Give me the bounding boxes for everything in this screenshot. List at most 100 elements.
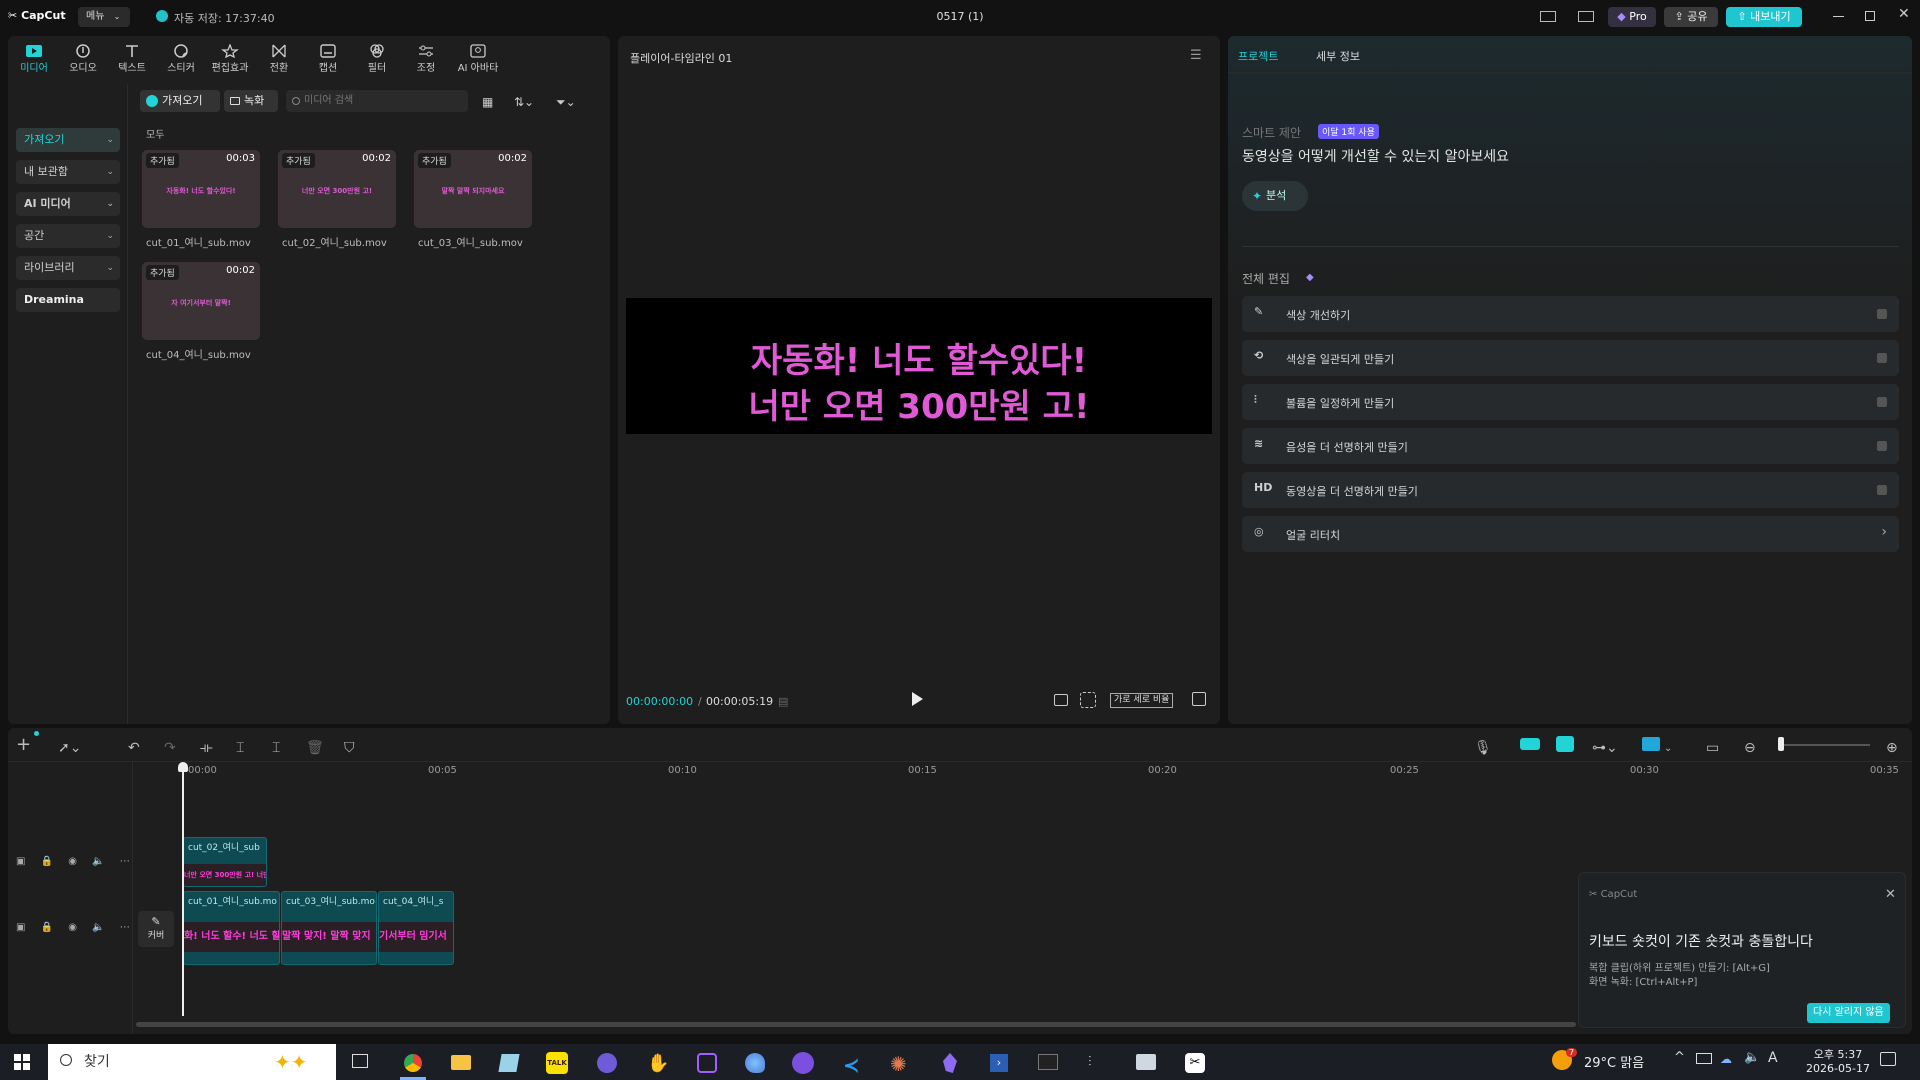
import-button[interactable]: 가져오기 xyxy=(140,90,220,112)
media-thumb[interactable]: 추가됨 00:02 자 여기서부터 말짝! xyxy=(142,262,260,340)
volume-icon[interactable]: 🔈 xyxy=(1744,1050,1760,1065)
split-icon[interactable]: ⟛ xyxy=(200,740,213,756)
close-icon[interactable]: ✕ xyxy=(1885,887,1896,902)
delete-icon[interactable]: 🗑 xyxy=(306,740,324,756)
option-enhance-color[interactable]: ✎ 색상 개선하기 xyxy=(1242,296,1899,332)
pro-button[interactable]: ◆ Pro xyxy=(1608,7,1656,27)
file-explorer-icon[interactable] xyxy=(444,1046,478,1080)
playhead-handle[interactable] xyxy=(178,762,188,772)
audio-tool-icon[interactable]: ⫶ xyxy=(1080,1046,1114,1080)
onedrive-icon[interactable]: ☁ xyxy=(1720,1052,1732,1066)
share-button[interactable]: ⇪ 공유 xyxy=(1664,7,1718,27)
windows-start-icon[interactable] xyxy=(14,1054,30,1070)
magnet-icon[interactable] xyxy=(1520,738,1540,750)
main-clip[interactable]: cut_04_여니_s 기서부터 밈기서 xyxy=(378,891,454,965)
paint-icon[interactable] xyxy=(738,1046,772,1080)
tool-adjust[interactable]: 조정 xyxy=(404,44,448,74)
track-thumbnail-icon[interactable]: ▣ xyxy=(16,922,25,933)
track-view-icon[interactable]: ▭ xyxy=(1706,740,1719,756)
zoom-handle[interactable] xyxy=(1778,737,1784,751)
chain-icon[interactable]: ⊶⌄ xyxy=(1592,740,1618,756)
layout-icon[interactable] xyxy=(1540,11,1556,22)
sidebar-item-library[interactable]: 라이브러리 ⌄ xyxy=(16,256,120,280)
video-preview[interactable]: 자동화! 너도 할수있다! 너만 오면 300만원 고! xyxy=(626,298,1212,434)
speaker-icon[interactable]: 🔈 xyxy=(92,856,104,867)
link-icon[interactable] xyxy=(1556,736,1574,752)
analyze-button[interactable]: ✦ 분석 xyxy=(1242,181,1308,211)
tool-media[interactable]: 미디어 xyxy=(12,44,56,74)
network-icon[interactable] xyxy=(1696,1053,1712,1064)
notification-center-icon[interactable] xyxy=(1880,1052,1896,1066)
shield-icon[interactable]: ⛉ xyxy=(344,740,355,756)
kakaotalk-icon[interactable]: TALK xyxy=(540,1046,574,1080)
split-left-icon[interactable]: ⌶ xyxy=(236,740,244,756)
undo-icon[interactable]: ↶ xyxy=(128,740,140,756)
zoom-in-icon[interactable]: ⊕ xyxy=(1886,740,1898,756)
hand-app-icon[interactable]: ✋ xyxy=(640,1046,674,1080)
main-clip[interactable]: cut_03_여니_sub.mo 말짝 맞지! 말짝 맞지 xyxy=(281,891,377,965)
minimize-icon[interactable] xyxy=(1833,16,1844,17)
media-thumb[interactable]: 추가됨 00:02 말짝 말짝 되지마세요 xyxy=(414,150,532,228)
pro-toggle[interactable] xyxy=(1877,485,1887,495)
lock-icon[interactable]: 🔒 xyxy=(41,856,53,867)
tab-details[interactable]: 세부 정보 xyxy=(1316,48,1360,64)
menu-button[interactable]: 메뉴 ⌄ xyxy=(78,7,130,27)
quality-icon[interactable] xyxy=(1054,694,1068,706)
record-button[interactable]: 녹화 xyxy=(224,90,278,112)
tool-filter[interactable]: 필터 xyxy=(355,44,399,74)
nox-icon[interactable] xyxy=(690,1046,724,1080)
timeline-scrollbar[interactable] xyxy=(136,1022,1576,1027)
sidebar-item-my-library[interactable]: 내 보관함 ⌄ xyxy=(16,160,120,184)
dont-show-again-button[interactable]: 다시 알리지 않음 xyxy=(1807,1003,1890,1023)
monitor-icon[interactable] xyxy=(1578,11,1594,22)
tool-effects[interactable]: 편집효과 xyxy=(208,44,252,74)
playhead[interactable] xyxy=(182,764,184,1016)
tool-sticker[interactable]: 스티커 xyxy=(159,44,203,74)
tool-audio[interactable]: 오디오 xyxy=(61,44,105,74)
mic-icon[interactable]: 🎙 xyxy=(1474,740,1492,756)
fullscreen-icon[interactable] xyxy=(1192,692,1206,706)
overlay-clip[interactable]: cut_02_여니_sub 너만 오면 300만원 고! 너만 오면 300 xyxy=(183,837,267,887)
vscode-icon[interactable]: ≺ xyxy=(836,1046,870,1080)
cover-button[interactable]: ✎ 커버 xyxy=(138,911,174,947)
tool-ai-avatar[interactable]: AI 아바타 xyxy=(453,44,503,74)
chat-bot-icon[interactable] xyxy=(786,1046,820,1080)
powershell-icon[interactable]: › xyxy=(982,1046,1016,1080)
more-icon[interactable]: ⋯ xyxy=(120,922,130,933)
option-sharpen-video[interactable]: HD 동영상을 더 선명하게 만들기 xyxy=(1242,472,1899,508)
tab-project[interactable]: 프로젝트 xyxy=(1238,48,1278,64)
clock-time[interactable]: 오후 5:37 xyxy=(1798,1046,1878,1062)
lock-icon[interactable]: 🔒 xyxy=(41,922,53,933)
add-track-icon[interactable]: + xyxy=(16,734,31,755)
play-icon[interactable] xyxy=(912,692,923,706)
tray-overflow-icon[interactable]: ^ xyxy=(1674,1050,1685,1065)
remote-desktop-icon[interactable] xyxy=(1128,1046,1162,1080)
track-thumbnail-icon[interactable]: ▣ xyxy=(16,856,25,867)
zoom-out-icon[interactable]: ⊖ xyxy=(1744,740,1756,756)
clock-date[interactable]: 2026-05-17 xyxy=(1798,1062,1878,1075)
filter-funnel-icon[interactable]: ⏷⌄ xyxy=(556,95,576,110)
main-clip[interactable]: cut_01_여니_sub.mo 화! 너도 할수! 너도 할 xyxy=(183,891,280,965)
chevron-down-icon[interactable]: ⌄ xyxy=(1664,743,1672,754)
pro-toggle[interactable] xyxy=(1877,397,1887,407)
more-icon[interactable]: ⋯ xyxy=(120,856,130,867)
eye-icon[interactable]: ◉ xyxy=(68,856,77,867)
notes-app-icon[interactable] xyxy=(492,1046,526,1080)
timeline-grid-icon[interactable]: ▤ xyxy=(778,695,788,708)
hamburger-icon[interactable]: ☰ xyxy=(1190,48,1202,63)
taskbar-search[interactable]: 찾기 ✦✦ xyxy=(48,1044,336,1080)
task-view-icon[interactable] xyxy=(352,1054,368,1068)
close-icon[interactable]: ✕ xyxy=(1898,6,1910,22)
weather-text[interactable]: 29°C 맑음 xyxy=(1584,1052,1644,1071)
eye-icon[interactable]: ◉ xyxy=(68,922,77,933)
split-right-icon[interactable]: ⌶ xyxy=(272,740,280,756)
tool-caption[interactable]: 캡션 xyxy=(306,44,350,74)
media-thumb[interactable]: 추가됨 00:02 너만 오면 300만원 고! xyxy=(278,150,396,228)
sidebar-item-space[interactable]: 공간 ⌄ xyxy=(16,224,120,248)
option-consistent-volume[interactable]: ⫶ 볼륨을 일정하게 만들기 xyxy=(1242,384,1899,420)
sort-icon[interactable]: ⇅⌄ xyxy=(514,95,534,109)
pro-toggle[interactable] xyxy=(1877,353,1887,363)
option-consistent-color[interactable]: ⟲ 색상을 일관되게 만들기 xyxy=(1242,340,1899,376)
media-search-input[interactable]: 미디어 검색 xyxy=(286,90,468,112)
pro-toggle[interactable] xyxy=(1877,441,1887,451)
